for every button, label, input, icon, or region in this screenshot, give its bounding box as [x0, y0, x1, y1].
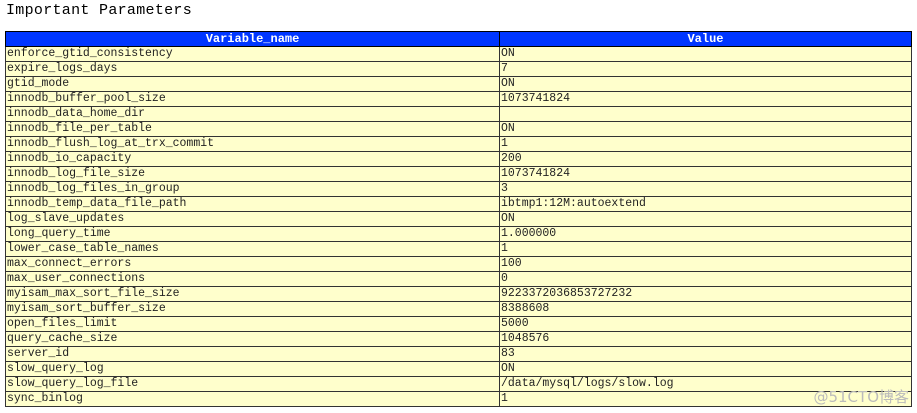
variable-name-cell: innodb_data_home_dir — [5, 106, 500, 122]
variable-name-cell: myisam_sort_buffer_size — [5, 301, 500, 317]
value-cell: 1073741824 — [499, 166, 912, 182]
value-cell: 1 — [499, 241, 912, 257]
table-row: myisam_max_sort_file_size 922337203685372… — [5, 286, 912, 302]
value-cell: ON — [499, 211, 912, 227]
variable-name-cell: myisam_max_sort_file_size — [5, 286, 500, 302]
table-row: innodb_file_per_table ON — [5, 121, 912, 137]
value-cell: 1073741824 — [499, 91, 912, 107]
variable-name-cell: lower_case_table_names — [5, 241, 500, 257]
table-row: max_connect_errors 100 — [5, 256, 912, 272]
table-header: Variable_name Value — [5, 31, 912, 47]
table-row: slow_query_log_file/data/mysql/logs/slow… — [5, 376, 912, 392]
table-row: server_id 83 — [5, 346, 912, 362]
variable-name-cell: slow_query_log — [5, 361, 500, 377]
column-header-variable-name: Variable_name — [5, 31, 500, 47]
value-cell: 100 — [499, 256, 912, 272]
value-cell: 1.000000 — [499, 226, 912, 242]
value-cell: ibtmp1:12M:autoextend — [499, 196, 912, 212]
table-row: innodb_log_files_in_group 3 — [5, 181, 912, 197]
table-row: gtid_mode ON — [5, 76, 912, 92]
variable-name-cell: enforce_gtid_consistency — [5, 46, 500, 62]
variable-name-cell: max_connect_errors — [5, 256, 500, 272]
table-row: query_cache_size 1048576 — [5, 331, 912, 347]
variable-name-cell: max_user_connections — [5, 271, 500, 287]
variable-name-cell: expire_logs_days — [5, 61, 500, 77]
watermark: @51CTO博客 — [813, 388, 909, 406]
page-title: Important Parameters — [6, 2, 193, 19]
value-cell: 3 — [499, 181, 912, 197]
variable-name-cell: innodb_temp_data_file_path — [5, 196, 500, 212]
value-cell: 9223372036853727232 — [499, 286, 912, 302]
value-cell: 0 — [499, 271, 912, 287]
table-row: innodb_buffer_pool_size 1073741824 — [5, 91, 912, 107]
table-row: log_slave_updates ON — [5, 211, 912, 227]
value-cell: 5000 — [499, 316, 912, 332]
variable-name-cell: innodb_buffer_pool_size — [5, 91, 500, 107]
value-cell: 83 — [499, 346, 912, 362]
variable-name-cell: innodb_log_file_size — [5, 166, 500, 182]
parameters-table: Variable_name Value enforce_gtid_consist… — [5, 31, 912, 407]
table-row: innodb_data_home_dir — [5, 106, 912, 122]
variable-name-cell: sync_binlog — [5, 391, 500, 407]
table-row: sync_binlog 1 — [5, 391, 912, 407]
variable-name-cell: log_slave_updates — [5, 211, 500, 227]
value-cell: 1 — [499, 136, 912, 152]
variable-name-cell: innodb_flush_log_at_trx_commit — [5, 136, 500, 152]
variable-name-cell: query_cache_size — [5, 331, 500, 347]
value-cell: 1048576 — [499, 331, 912, 347]
value-cell: 8388608 — [499, 301, 912, 317]
table-row: slow_query_log ON — [5, 361, 912, 377]
table-row: innodb_flush_log_at_trx_commit 1 — [5, 136, 912, 152]
table-row: myisam_sort_buffer_size 8388608 — [5, 301, 912, 317]
value-cell: 200 — [499, 151, 912, 167]
variable-name-cell: innodb_io_capacity — [5, 151, 500, 167]
value-cell: 7 — [499, 61, 912, 77]
variable-name-cell: innodb_log_files_in_group — [5, 181, 500, 197]
table-row: innodb_temp_data_file_path ibtmp1:12M:aut… — [5, 196, 912, 212]
variable-name-cell: server_id — [5, 346, 500, 362]
table-row: innodb_log_file_size 1073741824 — [5, 166, 912, 182]
value-cell — [499, 106, 912, 122]
variable-name-cell: slow_query_log_file — [5, 376, 500, 392]
variable-name-cell: long_query_time — [5, 226, 500, 242]
table-row: max_user_connections 0 — [5, 271, 912, 287]
variable-name-cell: innodb_file_per_table — [5, 121, 500, 137]
value-cell: ON — [499, 46, 912, 62]
table-row: lower_case_table_names 1 — [5, 241, 912, 257]
value-cell: ON — [499, 121, 912, 137]
variable-name-cell: gtid_mode — [5, 76, 500, 92]
table-row: expire_logs_days 7 — [5, 61, 912, 77]
value-cell: ON — [499, 76, 912, 92]
variable-name-cell: open_files_limit — [5, 316, 500, 332]
column-header-value: Value — [499, 31, 912, 47]
table-row: enforce_gtid_consistency ON — [5, 46, 912, 62]
value-cell: ON — [499, 361, 912, 377]
table-row: open_files_limit 5000 — [5, 316, 912, 332]
table-row: long_query_time 1.000000 — [5, 226, 912, 242]
table-row: innodb_io_capacity 200 — [5, 151, 912, 167]
